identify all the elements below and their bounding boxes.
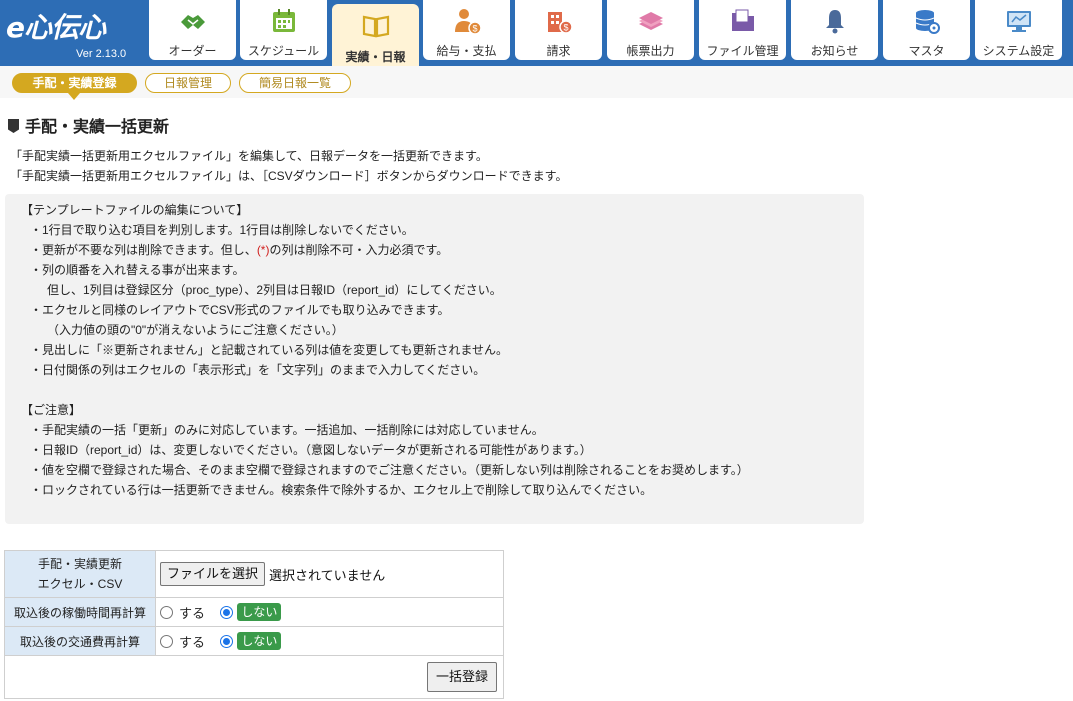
- tab-notices[interactable]: お知らせ: [791, 0, 878, 60]
- caution-line: ・ロックされている行は一括更新できません。検索条件で除外するか、エクセル上で削除…: [30, 483, 653, 497]
- intro-line: 「手配実績一括更新用エクセルファイル」は、［CSVダウンロード］ボタンからダウン…: [10, 169, 568, 183]
- tab-label: マスタ: [908, 44, 945, 58]
- tab-salary[interactable]: $ 給与・支払: [423, 0, 510, 60]
- subnav-item-simple-report-list[interactable]: 簡易日報一覧: [239, 73, 351, 93]
- monitor-settings-icon: [1006, 11, 1031, 32]
- file-cell: ファイルを選択 選択されていません: [155, 550, 504, 598]
- caution-heading: 【ご注意】: [21, 403, 82, 417]
- notice-line: ・列の順番を入れ替える事が出来ます。: [30, 263, 245, 277]
- tab-label: 給与・支払: [436, 44, 497, 58]
- tab-label: お知らせ: [810, 44, 859, 58]
- bulk-register-button[interactable]: 一括登録: [426, 662, 497, 692]
- recalc-hours-label: 取込後の稼働時間再計算: [4, 597, 156, 627]
- recalc-transport-options: する しない: [155, 626, 504, 656]
- intro-text: 「手配実績一括更新用エクセルファイル」を編集して、日報データを一括更新できます。…: [10, 146, 567, 186]
- notice-line: ・見出しに「※更新されません」と記載されている列は値を変更しても更新されません。: [30, 343, 508, 357]
- option-no-tag: しない: [237, 632, 282, 650]
- building-money-icon: $: [547, 12, 573, 34]
- submit-row: 一括登録: [4, 655, 504, 699]
- tab-master[interactable]: マスタ: [883, 0, 970, 60]
- folder-icon: [731, 9, 754, 31]
- notice-line: ・1行目で取り込む項目を判別します。1行目は削除しないでください。: [30, 223, 414, 237]
- page-title: 手配・実績一括更新: [8, 113, 169, 137]
- template-heading: 【テンプレートファイルの編集について】: [21, 203, 249, 217]
- notice-line: ・更新が不要な列は削除できます。但し、(*)の列は削除不可・入力必須です。: [30, 243, 449, 257]
- paper-stack-icon: [638, 12, 663, 30]
- tab-label: システム設定: [982, 44, 1055, 58]
- tab-label: 請求: [546, 44, 571, 58]
- sub-navigation: 手配・実績登録 日報管理 簡易日報一覧: [0, 66, 1073, 100]
- app-logo[interactable]: e心伝心 Ver 2.13.0: [0, 0, 150, 66]
- tab-system-settings[interactable]: システム設定: [975, 0, 1062, 60]
- tab-label: 実績・日報: [345, 50, 406, 64]
- page-title-text: 手配・実績一括更新: [25, 119, 170, 136]
- subnav-item-arrangement-registration[interactable]: 手配・実績登録: [12, 73, 137, 93]
- tab-results-report[interactable]: 実績・日報: [332, 4, 419, 70]
- subnav-item-daily-report-management[interactable]: 日報管理: [145, 73, 231, 93]
- tab-schedule[interactable]: スケジュール: [240, 0, 327, 60]
- required-mark: (*): [256, 243, 270, 257]
- notice-line: ・エクセルと同様のレイアウトでCSV形式のファイルでも取り込みできます。: [30, 303, 450, 317]
- recalc-hours-no-radio[interactable]: [220, 605, 234, 619]
- caution-line: ・手配実績の一括「更新」のみに対応しています。一括追加、一括削除には対応していま…: [30, 423, 544, 437]
- recalc-hours-options: する しない: [155, 597, 504, 627]
- logo-text: e心伝心: [6, 11, 106, 44]
- handshake-icon: [180, 15, 205, 29]
- app-header: e心伝心 Ver 2.13.0 オーダー スケジュール 実績・日報 $ 給与・支…: [0, 0, 1073, 70]
- title-marker-icon: [8, 119, 19, 133]
- option-no-tag: しない: [237, 603, 282, 621]
- recalc-transport-label: 取込後の交通費再計算: [4, 626, 156, 656]
- option-label: する: [179, 634, 206, 650]
- notice-line: 但し、1列目は登録区分（proc_type）、2列目は日報ID（report_i…: [47, 283, 502, 297]
- svg-text:$: $: [563, 23, 568, 33]
- recalc-hours-yes-radio[interactable]: [160, 605, 173, 619]
- caution-line: ・日報ID（report_id）は、変更しないでください。（意図しないデータが更…: [30, 443, 592, 457]
- file-label: 手配・実績更新 エクセル・CSV: [4, 550, 156, 598]
- tab-order[interactable]: オーダー: [149, 0, 236, 60]
- bell-icon: [825, 10, 844, 34]
- tab-label: オーダー: [168, 44, 217, 58]
- database-gear-icon: [915, 10, 940, 34]
- notice-box: 【テンプレートファイルの編集について】 ・1行目で取り込む項目を判別します。1行…: [5, 194, 864, 524]
- open-book-icon: [362, 15, 389, 38]
- notice-line: ・日付関係の列はエクセルの「表示形式」を「文字列」のままで入力してください。: [30, 363, 486, 377]
- notice-line: （入力値の頭の"0"が消えないようにご注意ください。）: [47, 323, 344, 337]
- tab-file-management[interactable]: ファイル管理: [699, 0, 786, 60]
- tab-billing[interactable]: $ 請求: [515, 0, 602, 60]
- version-label: Ver 2.13.0: [76, 48, 127, 60]
- caution-line: ・値を空欄で登録された場合、そのまま空欄で登録されますのでご注意ください。（更新…: [30, 463, 749, 477]
- active-pointer: [68, 93, 80, 100]
- tab-label: スケジュール: [247, 44, 320, 58]
- recalc-transport-no-radio[interactable]: [220, 634, 234, 648]
- upload-form: 手配・実績更新 エクセル・CSV ファイルを選択 選択されていません 取込後の稼働…: [4, 550, 504, 699]
- tab-label: ファイル管理: [706, 44, 779, 58]
- svg-text:$: $: [472, 24, 477, 34]
- recalc-transport-yes-radio[interactable]: [160, 634, 173, 648]
- choose-file-button[interactable]: ファイルを選択: [160, 562, 266, 586]
- intro-line: 「手配実績一括更新用エクセルファイル」を編集して、日報データを一括更新できます。: [10, 149, 488, 163]
- option-label: する: [179, 605, 206, 621]
- tab-label: 帳票出力: [626, 44, 675, 58]
- tab-reports-output[interactable]: 帳票出力: [607, 0, 694, 60]
- file-status: 選択されていません: [269, 567, 386, 583]
- person-money-icon: $: [454, 9, 482, 35]
- calendar-icon: [272, 9, 295, 32]
